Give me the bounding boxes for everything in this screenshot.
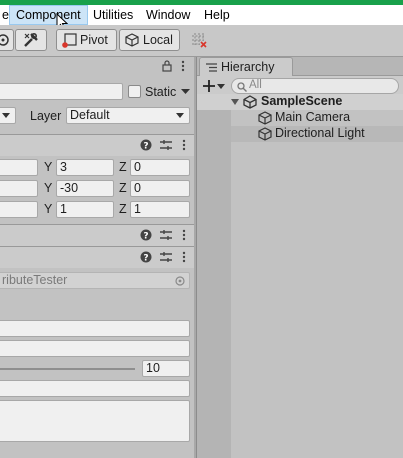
hierarchy-list-icon xyxy=(206,63,217,72)
rotate-tool-icon xyxy=(0,34,9,46)
expand-arrow-icon[interactable] xyxy=(231,99,239,105)
text-area-field[interactable] xyxy=(0,400,190,442)
add-icon[interactable] xyxy=(203,80,215,92)
rotate-tool-button[interactable] xyxy=(0,29,14,51)
static-checkbox[interactable] xyxy=(128,85,141,98)
tag-dropdown[interactable] xyxy=(0,107,16,124)
transform-component-header[interactable]: ? xyxy=(0,134,194,156)
rotation-y-field[interactable]: -30 xyxy=(56,180,114,197)
layer-label: Layer xyxy=(30,109,62,123)
wrench-icon xyxy=(24,32,38,47)
hierarchy-item-main-camera[interactable]: Main Camera xyxy=(231,110,403,126)
tag-dropdown-icon xyxy=(2,113,10,118)
object-picker-icon xyxy=(175,276,185,286)
pivot-icon xyxy=(62,33,77,48)
scale-x-field[interactable] xyxy=(0,201,38,218)
script-name: ributeTester xyxy=(2,273,68,287)
scene-row[interactable]: SampleScene xyxy=(197,94,403,110)
position-y-field[interactable]: 3 xyxy=(56,159,114,176)
component-header-2[interactable]: ? xyxy=(0,224,194,246)
slider-track[interactable] xyxy=(0,368,135,370)
slider-value-field[interactable]: 10 xyxy=(142,360,190,377)
layer-dropdown[interactable]: Default xyxy=(66,107,190,124)
grid-snap-button[interactable] xyxy=(190,31,208,49)
rotation-z-field[interactable]: 0 xyxy=(130,180,190,197)
svg-text:?: ? xyxy=(143,142,148,152)
pivot-label: Pivot xyxy=(80,33,108,47)
position-y-label: Y xyxy=(44,160,53,174)
hierarchy-search-input[interactable]: All xyxy=(231,78,399,94)
svg-text:?: ? xyxy=(143,254,148,264)
help-icon[interactable]: ? xyxy=(140,251,152,263)
hierarchy-toolbar: All xyxy=(197,76,403,96)
unity-scene-icon xyxy=(243,95,257,109)
presets-icon[interactable] xyxy=(160,251,172,263)
local-label: Local xyxy=(143,33,173,47)
hierarchy-gutter xyxy=(197,97,231,458)
scale-y-label: Y xyxy=(44,202,53,216)
layer-value: Default xyxy=(70,108,110,122)
gameobject-name-field[interactable] xyxy=(0,83,123,100)
search-icon xyxy=(237,82,247,92)
position-z-label: Z xyxy=(119,160,127,174)
component-menu-icon[interactable] xyxy=(180,139,188,151)
position-z-field[interactable]: 0 xyxy=(130,159,190,176)
hierarchy-tab-label: Hierarchy xyxy=(221,60,275,74)
scene-name: SampleScene xyxy=(261,94,343,108)
menu-bar: e Component Utilities Window Help xyxy=(0,5,403,31)
static-label: Static xyxy=(145,85,177,99)
property-field-1[interactable] xyxy=(0,320,190,337)
component-menu-icon[interactable] xyxy=(180,229,188,241)
scale-z-field[interactable]: 1 xyxy=(130,201,190,218)
tab-hierarchy[interactable]: Hierarchy xyxy=(199,57,293,76)
add-dropdown-icon[interactable] xyxy=(217,84,225,89)
lock-icon[interactable] xyxy=(161,60,173,72)
menu-item-window[interactable]: Window xyxy=(140,5,196,25)
help-icon[interactable]: ? xyxy=(140,229,152,241)
search-placeholder: All xyxy=(249,79,262,91)
grid-snap-icon xyxy=(192,33,207,48)
scale-z-label: Z xyxy=(119,202,127,216)
scale-y-field[interactable]: 1 xyxy=(56,201,114,218)
hierarchy-item-label: Directional Light xyxy=(275,126,365,140)
toolbar: Pivot Local xyxy=(0,25,403,57)
rotation-x-field[interactable] xyxy=(0,180,38,197)
static-dropdown-icon[interactable] xyxy=(181,89,190,95)
menu-item-utilities[interactable]: Utilities xyxy=(87,5,139,25)
property-field-2[interactable] xyxy=(0,340,190,357)
hierarchy-item-directional-light[interactable]: Directional Light xyxy=(231,126,403,142)
position-x-field[interactable] xyxy=(0,159,38,176)
pivot-toggle-button[interactable]: Pivot xyxy=(56,29,117,51)
svg-text:?: ? xyxy=(143,232,148,242)
custom-tool-button[interactable] xyxy=(15,29,47,51)
rotation-z-label: Z xyxy=(119,181,127,195)
script-reference-field: ributeTester xyxy=(0,272,190,289)
inspector-panel: Static Layer Default ? Y 3 Z 0 Y -30 Z 0… xyxy=(0,58,194,458)
script-component-header[interactable]: ? xyxy=(0,246,194,268)
menu-item-help[interactable]: Help xyxy=(198,5,236,25)
gameobject-cube-icon xyxy=(258,111,272,125)
component-menu-icon[interactable] xyxy=(180,251,188,263)
rotation-y-label: Y xyxy=(44,181,53,195)
menu-item-component[interactable]: Component xyxy=(9,5,88,25)
local-cube-icon xyxy=(125,33,139,47)
property-field-3[interactable] xyxy=(0,380,190,397)
presets-icon[interactable] xyxy=(160,139,172,151)
gameobject-cube-icon xyxy=(258,127,272,141)
hierarchy-item-label: Main Camera xyxy=(275,110,351,124)
kebab-menu-icon[interactable] xyxy=(178,60,188,72)
local-toggle-button[interactable]: Local xyxy=(119,29,180,51)
help-icon[interactable]: ? xyxy=(140,139,152,151)
hierarchy-panel: Hierarchy All SampleScene Main Camera Di… xyxy=(196,57,403,458)
presets-icon[interactable] xyxy=(160,229,172,241)
layer-dropdown-icon xyxy=(176,113,184,118)
